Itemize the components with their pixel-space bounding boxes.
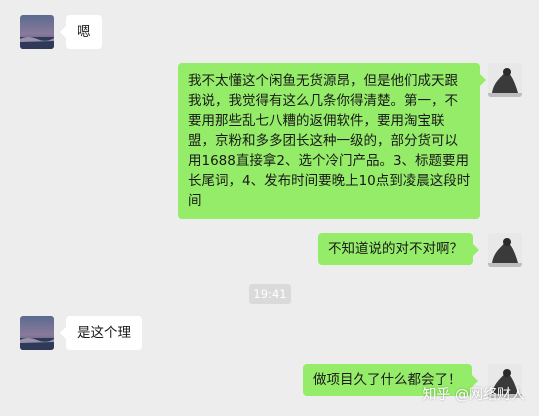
message-text: 我不太懂这个闲鱼无货源昂，但是他们成天跟我说，我觉得有这么几条你得清楚。第一，不… [188,73,471,209]
message-timestamp: 19:41 [249,284,291,304]
message-text: 不知道说的对不对啊？ [328,241,463,257]
message-bubble-outgoing[interactable]: 不知道说的对不对啊？ [318,233,479,265]
contact-avatar[interactable] [20,316,54,350]
message-bubble-incoming[interactable]: 嗯 [60,15,102,49]
my-avatar[interactable] [488,233,522,267]
message-bubble-outgoing[interactable]: 我不太懂这个闲鱼无货源昂，但是他们成天跟我说，我觉得有这么几条你得清楚。第一，不… [178,63,486,219]
watermark: 知乎 @网络财人 [422,387,525,403]
my-avatar[interactable] [488,63,522,97]
message-text: 是这个理 [77,325,131,341]
message-bubble-incoming[interactable]: 是这个理 [60,316,142,350]
contact-avatar[interactable] [20,15,54,49]
message-text: 嗯 [77,24,91,40]
